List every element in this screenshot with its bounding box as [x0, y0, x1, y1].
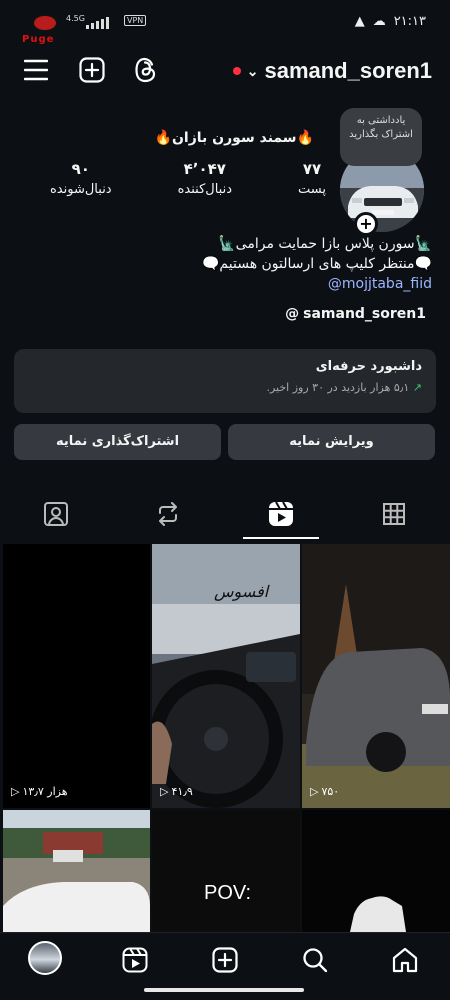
grid-icon [383, 503, 405, 525]
dashboard-subtitle: ۵٫۱ هزار بازدید در ۳۰ روز اخیر. [266, 381, 410, 394]
profile-avatar-area: یادداشتی به اشتراک بگذارید + [326, 108, 426, 236]
view-count: ▷ ۱۳٫۷ هزار [11, 785, 68, 798]
profile-tabs [0, 488, 450, 540]
white-car-photo [3, 810, 150, 932]
tab-reels[interactable] [225, 488, 337, 540]
signal-icon [86, 15, 109, 29]
nav-profile-avatar[interactable] [28, 941, 62, 975]
caption-pov: POV: [204, 882, 252, 904]
menu-icon[interactable] [22, 56, 50, 84]
grid-item-3[interactable]: ▷ ۷۵۰ [302, 544, 450, 808]
live-dot [232, 67, 241, 75]
view-count: ▷ ۷۵۰ [310, 785, 340, 798]
grid-item-6[interactable] [302, 810, 450, 932]
top-bar: ⌄ samand_soren1 [0, 52, 450, 90]
threads-icon[interactable] [132, 56, 160, 84]
tagged-icon [44, 502, 68, 526]
bio-link[interactable]: mojjtaba_fiid@ [12, 274, 432, 294]
nav-reels-icon[interactable] [118, 943, 152, 977]
add-story-icon[interactable]: + [354, 212, 378, 236]
bio: 🗽سورن پلاس بازا حمایت مرامی🗽 🗨️منتظر کلی… [12, 234, 432, 294]
nav-search-icon[interactable] [298, 943, 332, 977]
nav-create-icon[interactable] [208, 943, 242, 977]
tab-reposts[interactable] [112, 488, 224, 540]
grid-item-5[interactable]: POV: [152, 810, 300, 932]
chevron-down-icon: ⌄ [246, 62, 259, 79]
trend-up-icon: ↗ [412, 381, 422, 394]
status-bar: Puge 4.5G VPN ▲ ☁ ۲۱:۱۳ [0, 0, 450, 46]
car-night-photo [302, 544, 450, 808]
view-count: ▷ ۴۱٫۹ [160, 785, 193, 798]
threads-mention-icon: @ [327, 276, 342, 292]
play-icon: ▷ [11, 785, 20, 798]
account-switcher[interactable]: ⌄ samand_soren1 [232, 58, 432, 84]
following-count[interactable]: ۹۰ دنبال‌شونده [50, 160, 112, 197]
full-name: 🔥سمند سورن بازان🔥 [154, 130, 314, 146]
home-indicator [144, 988, 304, 992]
bio-line-1: 🗽سورن پلاس بازا حمایت مرامی🗽 [218, 236, 432, 252]
dashboard-title: داشبورد حرفه‌ای [315, 359, 422, 374]
chess-knight-icon [350, 896, 406, 932]
grid-item-2[interactable]: افسوس ▷ ۴۱٫۹ [152, 544, 300, 808]
threads-small-icon: @ [285, 306, 300, 322]
network-type: 4.5G [66, 14, 85, 23]
threads-profile-link[interactable]: @ samand_soren1 [285, 306, 426, 322]
grid-item-4[interactable] [3, 810, 150, 932]
note-bubble[interactable]: یادداشتی به اشتراک بگذارید [340, 108, 422, 166]
cloud-icon: ☁ [372, 14, 386, 29]
profile-stats: ۷۷ پست ۴٬۰۴۷ دنبال‌کننده ۹۰ دنبال‌شونده [50, 160, 326, 197]
play-icon: ▷ [310, 785, 319, 798]
grid-item-1[interactable]: ▷ ۱۳٫۷ هزار [3, 544, 150, 808]
posts-count[interactable]: ۷۷ پست [298, 160, 326, 197]
clock: ۲۱:۱۳ [393, 14, 426, 29]
caption-afsus: افسوس [214, 582, 269, 601]
reels-icon [269, 501, 293, 526]
create-post-icon[interactable] [78, 56, 106, 84]
followers-count[interactable]: ۴٬۰۴۷ دنبال‌کننده [178, 160, 232, 197]
vpn-badge: VPN [124, 15, 147, 26]
professional-dashboard[interactable]: داشبورد حرفه‌ای ↗ ۵٫۱ هزار بازدید در ۳۰ … [14, 349, 436, 413]
bio-line-2: 🗨️منتظر کلیپ های ارسالتون هستیم🗨️ [202, 256, 432, 272]
share-profile-button[interactable]: اشتراک‌گذاری نمایه [14, 424, 221, 460]
reposts-icon [159, 502, 177, 526]
app-logo: Puge [22, 14, 68, 46]
tab-tagged[interactable] [0, 488, 112, 540]
warning-icon: ▲ [354, 14, 365, 29]
nav-home-icon[interactable] [388, 943, 422, 977]
play-icon: ▷ [160, 785, 169, 798]
active-tab-indicator [243, 537, 319, 539]
username-label: samand_soren1 [264, 58, 432, 83]
edit-profile-button[interactable]: ویرایش نمایه [228, 424, 435, 460]
tab-grid[interactable] [338, 488, 450, 540]
